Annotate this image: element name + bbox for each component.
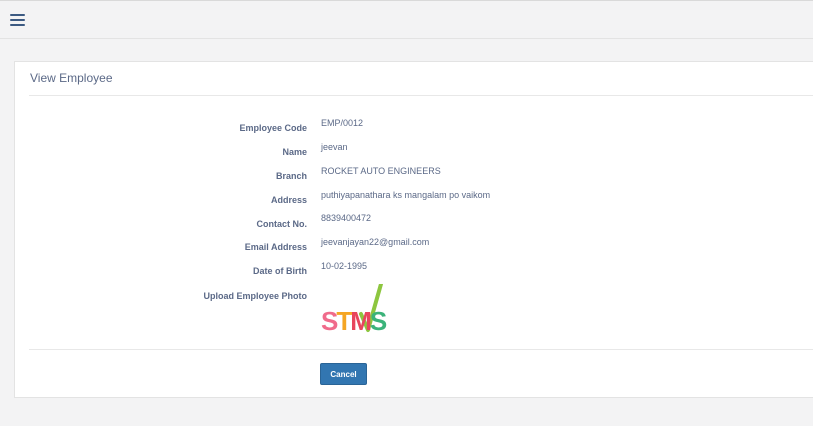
field-label: Date of Birth [253,266,307,276]
field-row-employee-code: Employee Code EMP/0012 [15,118,813,142]
cancel-button[interactable]: Cancel [320,363,367,385]
field-value: puthiyapanathara ks mangalam po vaikom [321,190,491,200]
field-value: ROCKET AUTO ENGINEERS [321,166,441,176]
field-label: Upload Employee Photo [203,291,307,301]
footer-divider [29,349,813,350]
svg-text:STMS: STMS [321,306,387,334]
field-row-branch: Branch ROCKET AUTO ENGINEERS [15,166,813,190]
field-label: Contact No. [256,219,308,229]
field-label: Name [282,147,307,157]
field-label: Email Address [244,242,307,252]
field-label: Branch [275,171,307,181]
field-label: Employee Code [239,123,307,133]
field-row-photo: Upload Employee Photo [15,291,813,311]
field-value: jeevan [321,142,348,152]
field-row-name: Name jeevan [15,142,813,166]
employee-photo-logo: STMS [321,284,389,334]
field-row-contact: Contact No. 8839400472 [15,213,813,238]
field-row-dob: Date of Birth 10-02-1995 [15,261,813,286]
title-divider [29,95,813,96]
field-label: Address [270,195,307,205]
field-value: EMP/0012 [321,118,364,128]
view-employee-panel: View Employee Employee Code EMP/0012 Nam… [14,61,813,398]
top-navbar [0,0,813,39]
field-row-address: Address puthiyapanathara ks mangalam po … [15,190,813,214]
field-row-email: Email Address jeevanjayan22@gmail.com [15,237,813,262]
field-value: 10-02-1995 [321,261,368,271]
hamburger-menu-icon[interactable] [10,14,25,27]
panel-title: View Employee [30,71,113,85]
field-value: 8839400472 [321,213,372,223]
field-value: jeevanjayan22@gmail.com [321,237,430,247]
